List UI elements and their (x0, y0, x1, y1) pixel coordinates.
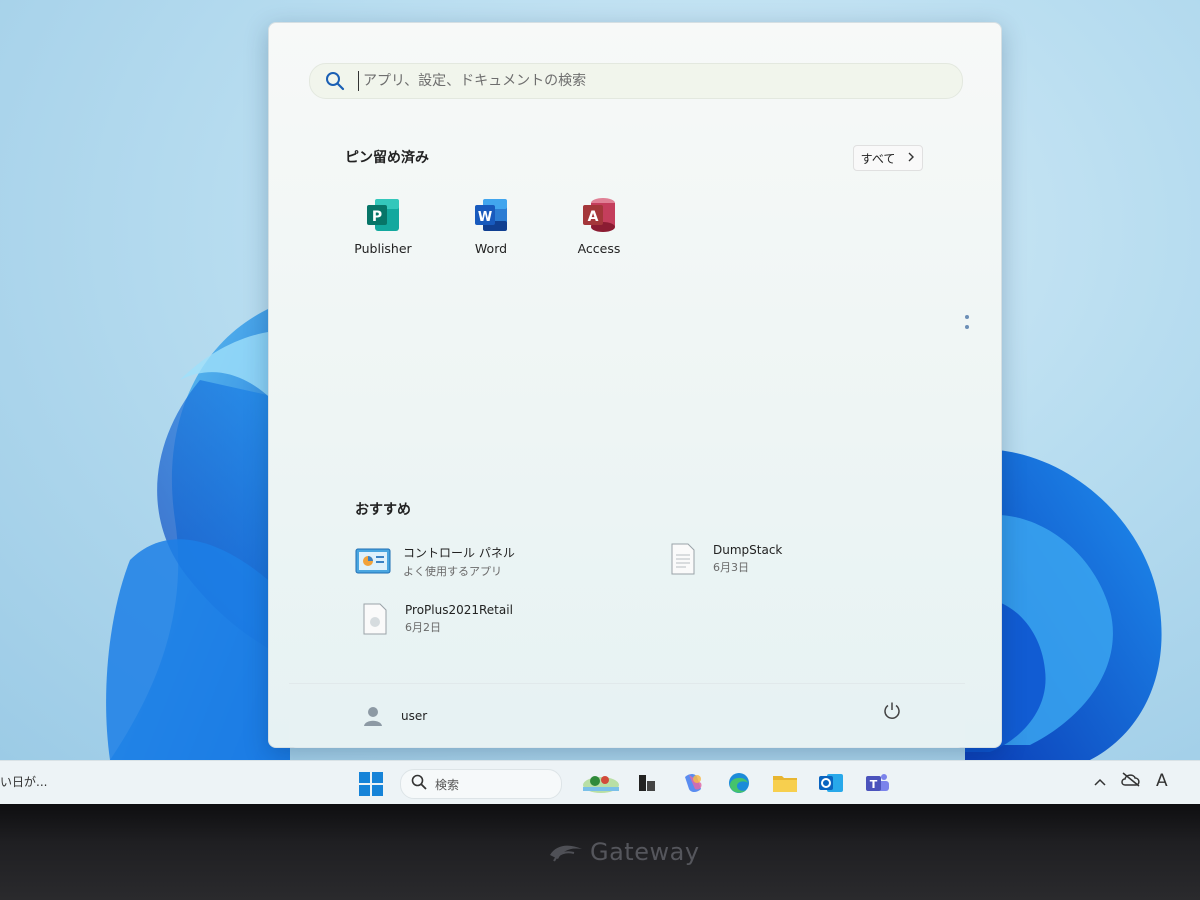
recommended-item-subtitle: 6月2日 (405, 621, 441, 634)
search-input[interactable] (358, 71, 925, 91)
access-icon: A (579, 195, 619, 235)
gateway-logo-icon (550, 845, 582, 862)
weather-text: い日が... (0, 775, 48, 789)
recommended-item-name: ProPlus2021Retail (405, 603, 513, 617)
text-file-icon (665, 541, 701, 577)
taskbar-app-outlook[interactable] (808, 767, 854, 799)
windows-logo-icon (359, 772, 383, 796)
recommended-item-name: コントロール パネル (403, 545, 515, 560)
recommended-item-subtitle: よく使用するアプリ (403, 564, 502, 578)
pinned-app-label: Publisher (354, 241, 412, 256)
offline-cloud-icon (1121, 772, 1140, 787)
teams-icon: T (866, 774, 889, 791)
start-menu: ピン留め済み すべて P Publisher (268, 22, 1002, 748)
taskbar-apps: T (578, 767, 900, 799)
user-name: user (401, 709, 428, 723)
pinned-app-label: Access (577, 241, 621, 256)
pinned-app-label: Word (474, 241, 508, 256)
search-icon (324, 70, 346, 92)
start-search-box[interactable] (309, 63, 963, 99)
publisher-icon: P (363, 195, 403, 235)
svg-text:W: W (478, 210, 492, 225)
search-icon (411, 774, 427, 794)
file-icon (357, 601, 393, 637)
user-account-button[interactable]: user (359, 702, 427, 730)
task-view-icon (639, 775, 655, 791)
taskbar-search[interactable]: 検索 (400, 769, 562, 799)
copilot-icon (685, 774, 702, 792)
svg-text:P: P (372, 209, 382, 225)
all-apps-button[interactable]: すべて (853, 145, 923, 171)
power-icon (882, 701, 902, 725)
show-hidden-icons-button[interactable] (1094, 772, 1106, 791)
recommended-item-control-panel[interactable]: コントロール パネル よく使用するアプリ (355, 543, 515, 579)
widgets-icon (583, 776, 619, 793)
pinned-app-word[interactable]: W Word (437, 195, 545, 256)
taskbar-app-task-view[interactable] (624, 767, 670, 799)
taskbar-app-copilot[interactable] (670, 767, 716, 799)
power-button[interactable] (879, 700, 905, 726)
page-indicator[interactable] (965, 315, 971, 335)
taskbar-app-widgets[interactable] (578, 767, 624, 799)
start-footer: user (289, 683, 965, 748)
chevron-up-icon (1094, 778, 1106, 786)
recommended-item-subtitle: 6月3日 (713, 561, 749, 574)
weather-widget[interactable]: い日が... (0, 773, 47, 790)
control-panel-icon (355, 543, 391, 579)
pinned-apps: P Publisher W Word A Access (329, 195, 653, 256)
svg-text:A: A (588, 209, 599, 225)
laptop-brand: Gateway (548, 838, 700, 866)
taskbar: い日が... 検索 T A (0, 760, 1200, 805)
edge-icon (729, 773, 749, 793)
recommended-title: おすすめ (355, 502, 411, 518)
system-tray: A (1094, 771, 1168, 791)
desktop: ピン留め済み すべて P Publisher (0, 0, 1200, 760)
all-apps-label: すべて (860, 151, 896, 166)
recommended-item-dumpstack[interactable]: DumpStack 6月3日 (665, 541, 782, 577)
network-status-button[interactable] (1120, 771, 1142, 791)
outlook-icon (819, 774, 843, 792)
pinned-app-access[interactable]: A Access (545, 195, 653, 256)
folder-icon (773, 776, 797, 792)
ime-mode-indicator[interactable]: A (1156, 771, 1168, 791)
taskbar-app-teams[interactable]: T (854, 767, 900, 799)
recommended-item-name: DumpStack (713, 543, 783, 557)
user-avatar-icon (359, 702, 387, 730)
brand-name: Gateway (590, 838, 700, 866)
taskbar-app-edge[interactable] (716, 767, 762, 799)
chevron-right-icon (907, 151, 915, 165)
recommended-item-proplus[interactable]: ProPlus2021Retail 6月2日 (357, 601, 513, 637)
taskbar-app-file-explorer[interactable] (762, 767, 808, 799)
svg-text:T: T (870, 778, 878, 791)
start-button[interactable] (358, 771, 384, 797)
pinned-title: ピン留め済み (345, 150, 429, 166)
word-icon: W (471, 195, 511, 235)
taskbar-search-label: 検索 (435, 777, 460, 792)
pinned-app-publisher[interactable]: P Publisher (329, 195, 437, 256)
